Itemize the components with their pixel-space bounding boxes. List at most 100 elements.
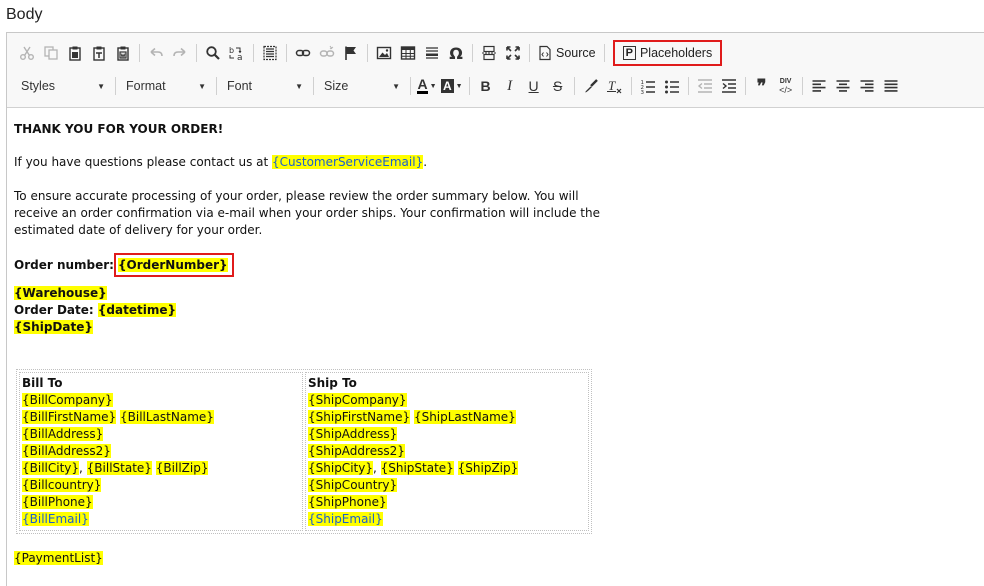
toolbar-separator: [139, 44, 140, 62]
redo-icon: [173, 47, 186, 57]
increase-indent-button[interactable]: [717, 73, 741, 99]
source-button[interactable]: Source: [534, 40, 600, 66]
text-color-button[interactable]: A ▼: [415, 73, 439, 99]
styles-label: Styles: [21, 79, 56, 93]
ship-company-token: {ShipCompany}: [308, 393, 407, 407]
payment-list-token: {PaymentList}: [14, 551, 103, 565]
copy-button[interactable]: [39, 40, 63, 66]
background-color-button[interactable]: A ▼: [439, 73, 465, 99]
text-color-icon: A: [417, 76, 428, 94]
review-paragraph-line-2: receive an order confirmation via e-mail…: [14, 206, 601, 220]
special-char-button[interactable]: Ω: [444, 40, 468, 66]
toolbar-separator: [744, 77, 746, 95]
table-button[interactable]: [396, 40, 420, 66]
italic-button[interactable]: I: [498, 73, 522, 99]
undo-icon: [150, 47, 163, 57]
justify-button[interactable]: [879, 73, 903, 99]
unlink-button[interactable]: [315, 40, 339, 66]
size-dropdown[interactable]: Size ▼: [318, 74, 406, 98]
toolbar-separator: [801, 77, 803, 95]
bill-company-token: {BillCompany}: [22, 393, 113, 407]
bill-to-header: Bill To: [22, 376, 63, 390]
contact-suffix: .: [423, 155, 428, 169]
format-dropdown[interactable]: Format ▼: [120, 74, 212, 98]
image-button[interactable]: [372, 40, 396, 66]
ship-email-token: {ShipEmail}: [308, 512, 383, 526]
bill-state-token: {BillState}: [86, 461, 152, 475]
replace-button[interactable]: ba: [225, 40, 249, 66]
select-all-button[interactable]: [258, 40, 282, 66]
page-break-icon: [482, 45, 496, 61]
blockquote-button[interactable]: ❞: [750, 73, 774, 99]
bill-email-token: {BillEmail}: [22, 512, 89, 526]
toolbar-separator: [196, 44, 197, 62]
contact-line: If you have questions please contact us …: [14, 154, 427, 171]
strikethrough-button[interactable]: S: [546, 73, 570, 99]
comma-separator: ,: [372, 461, 381, 475]
chevron-down-icon: ▼: [97, 81, 105, 91]
toolbar-separator: [115, 77, 116, 95]
table-row: Bill To {BillCompany} {BillFirstName} {B…: [19, 372, 589, 531]
placeholders-label: Placeholders: [639, 46, 713, 60]
div-container-icon: DIV </>: [779, 78, 792, 95]
create-div-button[interactable]: DIV </>: [774, 73, 798, 99]
paste-word-button[interactable]: [111, 40, 135, 66]
paste-button[interactable]: [63, 40, 87, 66]
toolbar-separator: [472, 44, 473, 62]
toolbar-row-2: Styles ▼ Format ▼ Font ▼ Size ▼ A ▼ A ▼ …: [15, 72, 903, 100]
toolbar-separator: [687, 77, 689, 95]
customer-service-email-token: {CustomerServiceEmail}: [272, 155, 424, 169]
ship-phone-token: {ShipPhone}: [308, 495, 387, 509]
svg-text:a: a: [237, 53, 243, 61]
decrease-indent-button[interactable]: [693, 73, 717, 99]
anchor-button[interactable]: [339, 40, 363, 66]
clipboard-icon: [69, 46, 81, 61]
ship-country-token: {ShipCountry}: [308, 478, 398, 492]
comma-separator: ,: [79, 461, 87, 475]
page-break-button[interactable]: [477, 40, 501, 66]
align-left-button[interactable]: [807, 73, 831, 99]
toolbar-separator: [573, 77, 575, 95]
bulleted-list-button[interactable]: [660, 73, 684, 99]
chevron-down-icon: ▼: [295, 81, 303, 91]
chevron-down-icon: ▼: [455, 82, 463, 90]
horizontal-rule-button[interactable]: [420, 40, 444, 66]
warehouse-token: {Warehouse}: [14, 286, 107, 300]
bold-button[interactable]: B: [474, 73, 498, 99]
numbered-list-icon: 123: [640, 80, 655, 94]
underline-button[interactable]: U: [522, 73, 546, 99]
bill-phone-token: {BillPhone}: [22, 495, 93, 509]
toolbar-row-1: ba Ω Source P Placeholders: [15, 39, 723, 67]
align-left-icon: [812, 80, 826, 92]
paste-text-button[interactable]: [87, 40, 111, 66]
find-button[interactable]: [201, 40, 225, 66]
ship-state-token: {ShipState}: [380, 461, 454, 475]
ship-zip-token: {ShipZip}: [457, 461, 519, 475]
remove-format-button[interactable]: T: [603, 73, 627, 99]
bill-to-cell[interactable]: Bill To {BillCompany} {BillFirstName} {B…: [19, 372, 303, 531]
italic-icon: I: [507, 77, 513, 94]
indent-icon: [721, 79, 736, 93]
placeholders-button[interactable]: P Placeholders: [612, 40, 723, 66]
toolbar-separator: [286, 44, 287, 62]
maximize-button[interactable]: [501, 40, 525, 66]
ship-to-cell[interactable]: Ship To {ShipCompany} {ShipFirstName} {S…: [305, 372, 589, 531]
toolbar-separator: [367, 44, 368, 62]
redo-button[interactable]: [168, 40, 192, 66]
toolbar-separator: [603, 44, 605, 62]
toolbar-separator: [253, 44, 254, 62]
select-all-icon: [263, 45, 277, 61]
cut-button[interactable]: [15, 40, 39, 66]
link-button[interactable]: [291, 40, 315, 66]
numbered-list-button[interactable]: 123: [636, 73, 660, 99]
quote-icon: ❞: [756, 76, 767, 96]
font-dropdown[interactable]: Font ▼: [221, 74, 309, 98]
magnifier-icon: [206, 46, 220, 60]
align-center-button[interactable]: [831, 73, 855, 99]
styles-dropdown[interactable]: Styles ▼: [15, 74, 111, 98]
align-right-button[interactable]: [855, 73, 879, 99]
copy-icon: [44, 46, 58, 60]
copy-formatting-button[interactable]: [579, 73, 603, 99]
undo-button[interactable]: [144, 40, 168, 66]
order-number-label: Order number:: [14, 258, 114, 272]
